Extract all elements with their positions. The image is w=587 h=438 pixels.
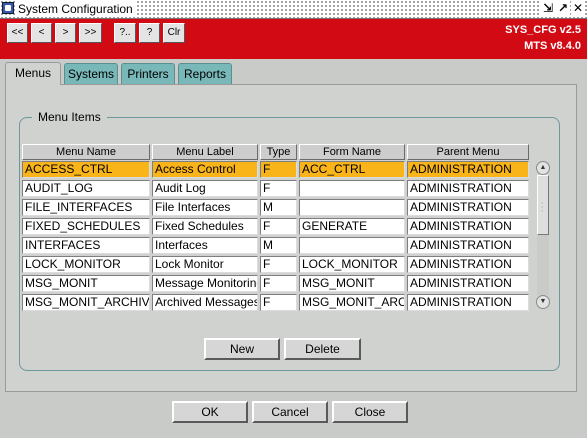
- type-cell[interactable]: M: [260, 199, 297, 216]
- last-record-button[interactable]: >>: [79, 23, 102, 43]
- type-cell[interactable]: F: [260, 161, 297, 178]
- close-icon[interactable]: ✕: [571, 1, 585, 16]
- form-name-cell[interactable]: ACC_CTRL: [299, 161, 405, 178]
- system-version-label: MTS v8.4.0: [524, 40, 581, 52]
- type-cell[interactable]: F: [260, 294, 297, 311]
- column-header-type[interactable]: Type: [260, 144, 297, 160]
- type-cell[interactable]: M: [260, 237, 297, 254]
- parent-menu-cell[interactable]: ADMINISTRATION: [407, 275, 529, 292]
- menu-label-cell[interactable]: Message Monitoring: [152, 275, 258, 292]
- window-title: System Configuration: [16, 1, 137, 17]
- tab-label: Printers: [127, 67, 169, 81]
- menu-label-cell[interactable]: Audit Log: [152, 180, 258, 197]
- app-icon: [2, 2, 14, 14]
- menu-name-cell[interactable]: INTERFACES: [22, 237, 150, 254]
- menu-label-cell[interactable]: File Interfaces: [152, 199, 258, 216]
- column-header-menu-label[interactable]: Menu Label: [152, 144, 258, 160]
- group-title: Menu Items: [32, 110, 107, 124]
- type-cell[interactable]: F: [260, 180, 297, 197]
- type-cell[interactable]: F: [260, 275, 297, 292]
- tab-systems[interactable]: Systems: [64, 63, 118, 84]
- parent-menu-cell[interactable]: ADMINISTRATION: [407, 294, 529, 311]
- scroll-thumb[interactable]: ∙ ∙ ∙: [537, 175, 549, 235]
- parent-menu-cell[interactable]: ADMINISTRATION: [407, 237, 529, 254]
- tab-reports[interactable]: Reports: [178, 63, 232, 84]
- menu-label-cell[interactable]: Interfaces: [152, 237, 258, 254]
- parent-menu-cell[interactable]: ADMINISTRATION: [407, 199, 529, 216]
- menu-label-cell[interactable]: Lock Monitor: [152, 256, 258, 273]
- parent-menu-cell[interactable]: ADMINISTRATION: [407, 180, 529, 197]
- tab-printers[interactable]: Printers: [121, 63, 175, 84]
- parent-menu-cell[interactable]: ADMINISTRATION: [407, 256, 529, 273]
- menu-label-cell[interactable]: Archived Messages: [152, 294, 258, 311]
- scroll-up-icon[interactable]: ▲: [536, 161, 550, 175]
- tab-label: Systems: [67, 67, 114, 81]
- parent-menu-cell[interactable]: ADMINISTRATION: [407, 161, 529, 178]
- list-values-button[interactable]: ?..: [114, 23, 136, 43]
- scroll-down-icon[interactable]: ▼: [536, 295, 550, 309]
- form-name-cell[interactable]: [299, 180, 405, 197]
- type-cell[interactable]: F: [260, 218, 297, 235]
- column-header-parent-menu[interactable]: Parent Menu: [407, 144, 529, 160]
- form-name-cell[interactable]: MSG_MONIT_ARCH: [299, 294, 405, 311]
- previous-record-button[interactable]: <: [31, 23, 52, 43]
- menu-name-cell[interactable]: MSG_MONIT: [22, 275, 150, 292]
- cancel-button[interactable]: Cancel: [252, 401, 328, 423]
- tab-menus-active[interactable]: Menus: [5, 62, 61, 85]
- menu-label-cell[interactable]: Access Control: [152, 161, 258, 178]
- help-button[interactable]: ?: [139, 23, 160, 43]
- delete-button[interactable]: Delete: [284, 338, 361, 360]
- menu-name-cell[interactable]: MSG_MONIT_ARCHIVE: [22, 294, 150, 311]
- first-record-button[interactable]: <<: [7, 23, 28, 43]
- parent-menu-cell[interactable]: ADMINISTRATION: [407, 218, 529, 235]
- scroll-track[interactable]: ∙ ∙ ∙: [537, 175, 549, 295]
- type-cell[interactable]: F: [260, 256, 297, 273]
- toolbar: << < > >> ?.. ? Clr SYS_CFG v2.5 MTS v8.…: [0, 19, 587, 59]
- form-name-cell[interactable]: GENERATE: [299, 218, 405, 235]
- ok-button[interactable]: OK: [172, 401, 248, 423]
- column-header-form-name[interactable]: Form Name: [299, 144, 405, 160]
- new-button[interactable]: New: [204, 338, 280, 360]
- close-button[interactable]: Close: [332, 401, 408, 423]
- menu-label-cell[interactable]: Fixed Schedules: [152, 218, 258, 235]
- next-record-button[interactable]: >: [55, 23, 76, 43]
- clear-button[interactable]: Clr: [163, 23, 185, 43]
- app-version-label: SYS_CFG v2.5: [505, 24, 581, 36]
- menu-name-cell[interactable]: LOCK_MONITOR: [22, 256, 150, 273]
- menu-name-cell[interactable]: FIXED_SCHEDULES: [22, 218, 150, 235]
- grid-scrollbar[interactable]: ▲ ∙ ∙ ∙ ▼: [536, 161, 550, 309]
- menu-name-cell[interactable]: AUDIT_LOG: [22, 180, 150, 197]
- tab-label: Reports: [183, 67, 227, 81]
- minimize-icon[interactable]: ⇲: [541, 1, 555, 16]
- menu-name-cell[interactable]: FILE_INTERFACES: [22, 199, 150, 216]
- maximize-icon[interactable]: ↗: [556, 1, 570, 16]
- form-name-cell[interactable]: [299, 199, 405, 216]
- grip-icon: ∙ ∙ ∙: [541, 198, 544, 215]
- tab-label: Menus: [14, 66, 52, 80]
- form-name-cell[interactable]: MSG_MONIT: [299, 275, 405, 292]
- form-name-cell[interactable]: LOCK_MONITOR: [299, 256, 405, 273]
- title-bar[interactable]: System Configuration ⇲ ↗ ✕: [0, 0, 587, 19]
- menu-name-cell[interactable]: ACCESS_CTRL: [22, 161, 150, 178]
- column-header-menu-name[interactable]: Menu Name: [22, 144, 150, 160]
- form-name-cell[interactable]: [299, 237, 405, 254]
